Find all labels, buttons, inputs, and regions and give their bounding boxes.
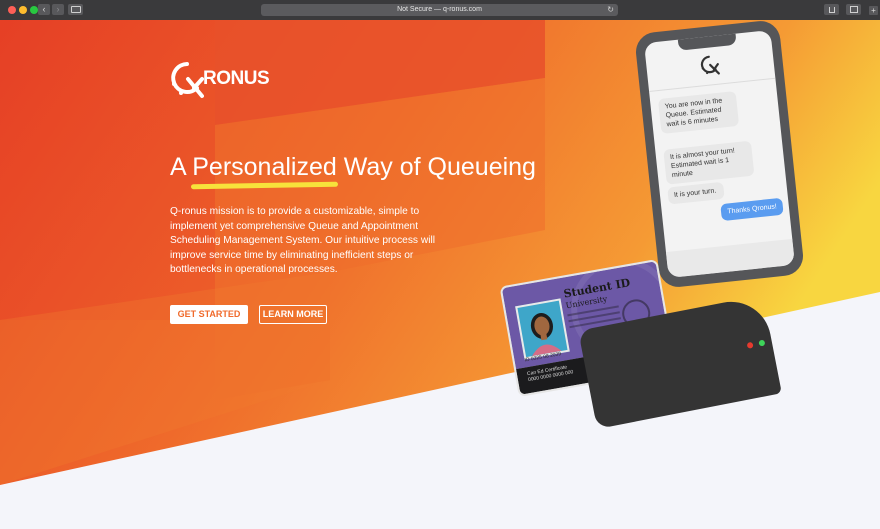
address-bar[interactable]: Not Secure — q-ronus.com ↻ — [261, 4, 618, 16]
chat-bubble-received: It is your turn. — [667, 181, 725, 205]
phone-screen: You are now in the Queue. Estimated wait… — [644, 30, 795, 278]
headline-post: Way of Queueing — [336, 153, 536, 181]
learn-more-button[interactable]: LEARN MORE — [259, 305, 327, 324]
chat-bubble-sent: Thanks Qronus! — [720, 197, 784, 222]
qronus-logo-icon — [171, 62, 204, 98]
address-text: Not Secure — q-ronus.com — [397, 6, 482, 13]
chat-bubble-received: You are now in the Queue. Estimated wait… — [657, 90, 740, 134]
phone-illustration: You are now in the Queue. Estimated wait… — [634, 20, 805, 289]
back-arrow-icon[interactable]: ‹ — [38, 4, 50, 15]
minimize-window-button[interactable] — [19, 6, 27, 14]
new-tab-icon[interactable]: + — [869, 6, 878, 15]
reader-red-led-icon — [746, 341, 754, 349]
student-photo-icon — [515, 298, 570, 360]
headline-highlight: Personalized — [192, 153, 337, 181]
hero-section: RONUS A Personalized Way of Queueing Q-r… — [0, 20, 880, 529]
tab-overview-icon[interactable] — [846, 4, 861, 15]
phone-header-divider — [649, 77, 776, 93]
hero-description: Q-ronus mission is to provide a customiz… — [170, 206, 435, 275]
reader-green-led-icon — [758, 339, 766, 347]
share-icon[interactable] — [824, 4, 839, 15]
forward-arrow-icon[interactable]: › — [52, 4, 64, 15]
logo-wordmark: RONUS — [203, 68, 270, 89]
close-window-button[interactable] — [8, 6, 16, 14]
zoom-window-button[interactable] — [30, 6, 38, 14]
phone-logo-icon — [700, 55, 720, 75]
chat-bubble-received: It is almost your turn! Estimated wait i… — [663, 140, 755, 185]
browser-toolbar: ‹ › Not Secure — q-ronus.com ↻ + — [0, 0, 880, 21]
page-headline: A Personalized Way of Queueing — [170, 153, 536, 182]
headline-pre: A — [170, 153, 193, 181]
sidebar-toggle-icon[interactable] — [68, 4, 83, 15]
phone-input-bar — [665, 238, 795, 278]
reload-icon[interactable]: ↻ — [607, 4, 614, 16]
phone-notch — [677, 32, 737, 51]
get-started-button[interactable]: GET STARTED — [170, 305, 248, 324]
